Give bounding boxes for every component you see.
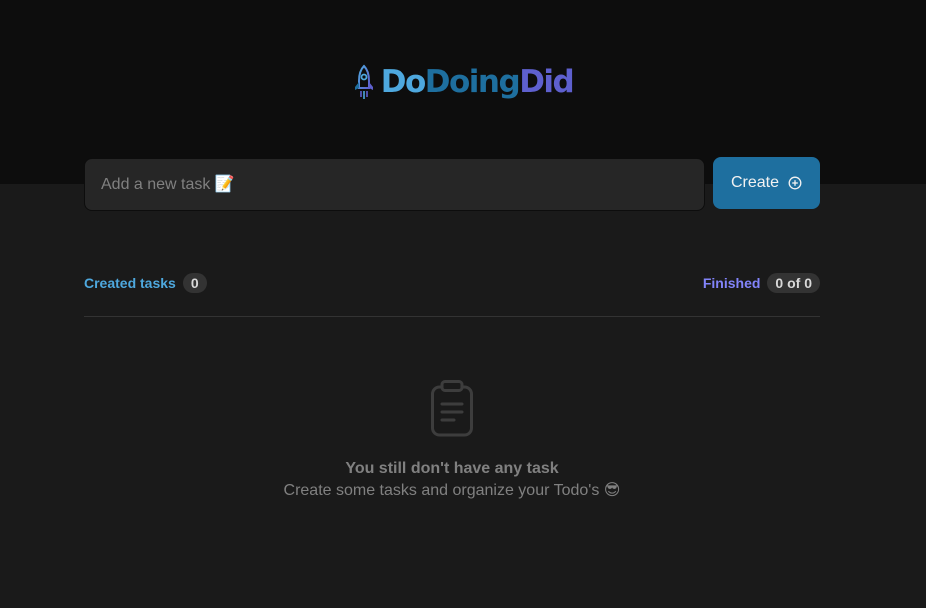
logo-part-do: Do (380, 64, 427, 100)
empty-state-title: You still don't have any task (345, 460, 559, 477)
finished-tasks-count: 0 of 0 (767, 273, 820, 293)
finished-tasks-label: Finished (702, 275, 761, 291)
logo-part-did: Did (519, 64, 575, 100)
finished-tasks-summary: Finished 0 of 0 (703, 273, 820, 293)
app-title: DoDoingDid (380, 62, 575, 102)
created-tasks-count: 0 (182, 273, 207, 293)
empty-state-subtitle: Create some tasks and organize your Todo… (283, 482, 621, 499)
rocket-icon (353, 64, 375, 100)
empty-state: You still don't have any task Create som… (84, 380, 820, 502)
app-logo: DoDoingDid (0, 62, 926, 102)
logo-part-doing: Doing (424, 64, 521, 100)
create-button[interactable]: Create (713, 157, 820, 209)
plus-circle-icon (788, 176, 802, 190)
created-tasks-label: Created tasks (84, 275, 176, 291)
created-tasks-summary: Created tasks 0 (84, 273, 207, 293)
list-divider (84, 316, 820, 317)
create-button-label: Create (730, 174, 780, 191)
clipboard-icon (430, 380, 474, 438)
task-summary: Created tasks 0 Finished 0 of 0 (84, 273, 820, 293)
new-task-form: Create (84, 157, 820, 211)
new-task-input[interactable] (84, 158, 705, 211)
